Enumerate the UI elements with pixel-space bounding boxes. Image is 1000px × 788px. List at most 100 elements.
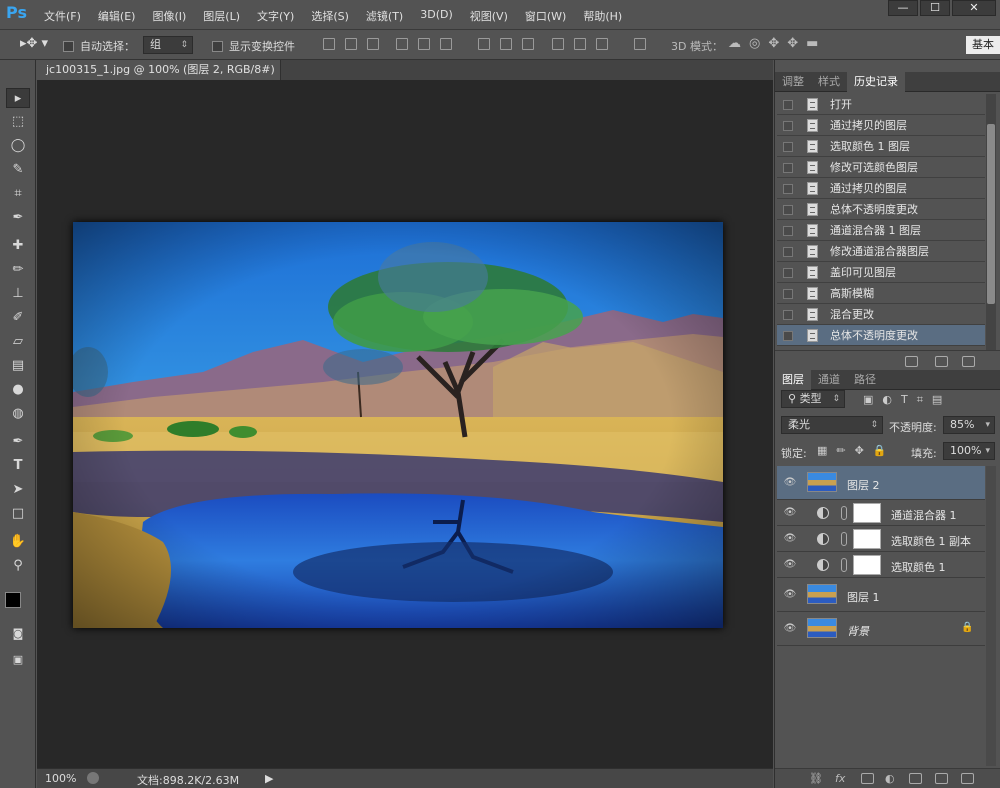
visibility-eye-icon[interactable]: 👁 — [783, 507, 797, 519]
history-item[interactable]: 混合更改 — [777, 304, 985, 325]
workspace-button[interactable]: 基本 — [966, 36, 1000, 54]
history-item[interactable]: 打开 — [777, 94, 985, 115]
lock-icons[interactable]: ▦✏✥🔒 — [817, 444, 896, 457]
history-item[interactable]: 选取颜色 1 图层 — [777, 136, 985, 157]
visibility-eye-icon[interactable]: 👁 — [783, 589, 797, 601]
eyedropper-tool-icon[interactable]: ✒ — [6, 208, 30, 228]
layers-scrollbar[interactable] — [986, 466, 996, 766]
tab-paths[interactable]: 路径 — [847, 370, 883, 390]
trash-icon[interactable] — [962, 356, 975, 367]
layer-filter-icons[interactable]: ▣◐T⌗▤ — [863, 393, 951, 407]
history-item[interactable]: 修改可选颜色图层 — [777, 157, 985, 178]
history-item[interactable]: 总体不透明度更改 — [777, 199, 985, 220]
menu-help[interactable]: 帮助(H) — [583, 8, 622, 24]
layer-mask-thumbnail[interactable] — [853, 529, 881, 549]
visibility-eye-icon[interactable]: 👁 — [783, 623, 797, 635]
history-source-checkbox[interactable] — [783, 121, 793, 131]
history-source-checkbox[interactable] — [783, 268, 793, 278]
camera-snapshot-icon[interactable] — [935, 356, 948, 367]
tab-channels[interactable]: 通道 — [811, 370, 847, 390]
rectangle-tool-icon[interactable]: □ — [6, 504, 30, 524]
visibility-eye-icon[interactable]: 👁 — [783, 477, 797, 489]
new-document-from-state-icon[interactable] — [905, 356, 918, 367]
distribute-left-icon[interactable] — [552, 38, 564, 50]
link-chain-icon[interactable] — [841, 558, 847, 572]
healing-brush-tool-icon[interactable]: ✚ — [6, 236, 30, 256]
document-image[interactable] — [73, 222, 723, 628]
move-tool-preset-icon[interactable]: ▸✥ ▾ — [20, 36, 48, 51]
history-item[interactable]: 高斯模糊 — [777, 283, 985, 304]
new-layer-icon[interactable] — [935, 773, 948, 784]
align-bottom-icon[interactable] — [367, 38, 379, 50]
document-tab[interactable]: jc100315_1.jpg @ 100% (图层 2, RGB/8#) * × — [37, 60, 281, 96]
layer-name[interactable]: 选取颜色 1 — [891, 559, 946, 575]
zoom-level[interactable]: 100% — [45, 772, 76, 785]
gradient-tool-icon[interactable]: ▤ — [6, 356, 30, 376]
layer-row[interactable]: 👁 选取颜色 1 — [777, 552, 985, 578]
pen-tool-icon[interactable]: ✒ — [6, 432, 30, 452]
path-selection-tool-icon[interactable]: ➤ — [6, 480, 30, 500]
auto-align-icon[interactable] — [634, 38, 646, 50]
menu-layer[interactable]: 图层(L) — [203, 8, 240, 24]
menu-image[interactable]: 图像(I) — [152, 8, 186, 24]
history-source-checkbox[interactable] — [783, 226, 793, 236]
type-tool-icon[interactable]: T — [6, 456, 30, 476]
layer-name[interactable]: 通道混合器 1 — [891, 507, 957, 523]
history-source-checkbox[interactable] — [783, 100, 793, 110]
layer-row[interactable]: 👁 选取颜色 1 副本 — [777, 526, 985, 552]
3d-tools-icons[interactable]: ☁◎✥✥▬ — [728, 36, 826, 51]
hand-tool-icon[interactable]: ✋ — [6, 532, 30, 552]
zoom-tool-icon[interactable]: ⚲ — [6, 556, 30, 576]
history-source-checkbox[interactable] — [783, 310, 793, 320]
quick-mask-icon[interactable]: ◙ — [6, 624, 30, 644]
link-layers-icon[interactable]: ⛓ — [809, 772, 823, 785]
layer-name[interactable]: 图层 1 — [847, 589, 880, 605]
auto-select-checkbox[interactable] — [63, 39, 74, 52]
new-group-icon[interactable] — [909, 773, 922, 784]
fx-icon[interactable]: fx — [835, 772, 845, 785]
layer-row-selected[interactable]: 👁 图层 2 — [777, 466, 985, 500]
tab-styles[interactable]: 样式 — [811, 72, 847, 92]
history-item[interactable]: 修改通道混合器图层 — [777, 241, 985, 262]
distribute-top-icon[interactable] — [478, 38, 490, 50]
history-source-checkbox[interactable] — [783, 331, 793, 341]
align-top-icon[interactable] — [323, 38, 335, 50]
layer-row[interactable]: 👁 图层 1 — [777, 578, 985, 612]
menu-filter[interactable]: 滤镜(T) — [366, 8, 403, 24]
menu-3d[interactable]: 3D(D) — [420, 8, 453, 24]
add-mask-icon[interactable] — [861, 773, 874, 784]
distribute-right-icon[interactable] — [596, 38, 608, 50]
clone-stamp-tool-icon[interactable]: ⊥ — [6, 284, 30, 304]
tab-adjustments[interactable]: 调整 — [775, 72, 811, 92]
auto-select-dropdown[interactable]: 组 ⇕ — [143, 36, 193, 54]
history-item[interactable]: 通过拷贝的图层 — [777, 115, 985, 136]
layer-mask-thumbnail[interactable] — [853, 503, 881, 523]
close-button[interactable]: ✕ — [952, 0, 996, 16]
menu-view[interactable]: 视图(V) — [470, 8, 508, 24]
opacity-input[interactable]: 85% ▾ — [943, 416, 995, 434]
align-right-icon[interactable] — [440, 38, 452, 50]
link-chain-icon[interactable] — [841, 532, 847, 546]
visibility-eye-icon[interactable]: 👁 — [783, 559, 797, 571]
layer-row[interactable]: 👁 通道混合器 1 — [777, 500, 985, 526]
foreground-color-swatch[interactable] — [5, 592, 21, 608]
dodge-tool-icon[interactable]: ◍ — [6, 404, 30, 424]
visibility-eye-icon[interactable]: 👁 — [783, 533, 797, 545]
align-left-icon[interactable] — [396, 38, 408, 50]
history-item[interactable]: 通过拷贝的图层 — [777, 178, 985, 199]
screen-mode-icon[interactable]: ▣ — [6, 650, 30, 670]
maximize-button[interactable]: ☐ — [920, 0, 950, 16]
lasso-tool-icon[interactable]: ◯ — [6, 136, 30, 156]
crop-tool-icon[interactable]: ⌗ — [6, 184, 30, 204]
eraser-tool-icon[interactable]: ▱ — [6, 332, 30, 352]
layer-name[interactable]: 图层 2 — [847, 477, 880, 493]
history-scrollbar[interactable] — [986, 94, 996, 350]
distribute-bottom-icon[interactable] — [522, 38, 534, 50]
distribute-vcenter-icon[interactable] — [500, 38, 512, 50]
menu-select[interactable]: 选择(S) — [311, 8, 349, 24]
history-source-checkbox[interactable] — [783, 142, 793, 152]
layer-filter-dropdown[interactable]: ⚲ 类型 ⇕ — [781, 390, 845, 408]
history-item[interactable]: 通道混合器 1 图层 — [777, 220, 985, 241]
brush-tool-icon[interactable]: ✏ — [6, 260, 30, 280]
history-source-checkbox[interactable] — [783, 289, 793, 299]
